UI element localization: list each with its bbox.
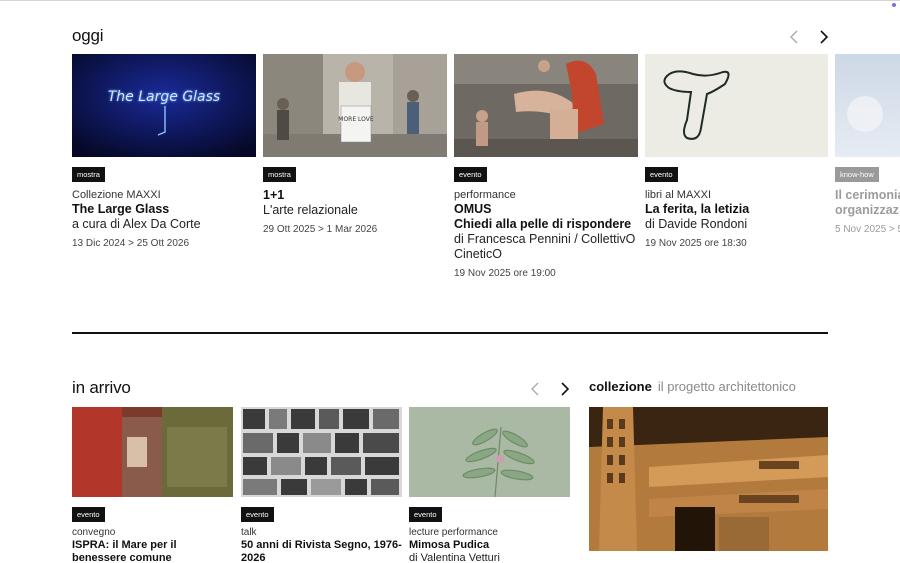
card-image[interactable] bbox=[454, 54, 638, 157]
oggi-card-4[interactable]: evento libri al MAXXI La ferita, la leti… bbox=[645, 54, 828, 250]
oggi-card-5[interactable]: know-how Il cerimonia organizzaz 5 Nov 2… bbox=[835, 54, 900, 236]
in-arrivo-card-2[interactable]: evento talk 50 anni di Rivista Segno, 19… bbox=[241, 407, 402, 563]
category-tag: mostra bbox=[72, 167, 105, 182]
section-title-in-arrivo: in arrivo bbox=[72, 378, 131, 397]
category-tag: evento bbox=[645, 167, 678, 182]
card-subtitle: a cura di Alex Da Corte bbox=[72, 217, 201, 231]
oggi-card-2[interactable]: MORE LOVE mostra 1+1 L'arte relazionale … bbox=[263, 54, 447, 236]
card-title-line2[interactable]: organizzaz bbox=[835, 203, 900, 218]
oggi-card-3[interactable]: evento performance OMUS Chiedi alla pell… bbox=[454, 54, 638, 280]
collezione-header: collezione il progetto architettonico bbox=[589, 379, 796, 394]
card-title[interactable]: La ferita, la letizia bbox=[645, 202, 828, 217]
card-date: 29 Ott 2025 > 1 Mar 2026 bbox=[263, 224, 378, 235]
collezione-image-card[interactable] bbox=[589, 407, 828, 551]
in-arrivo-prev-button[interactable] bbox=[527, 380, 545, 398]
card-kicker: lecture performance bbox=[409, 527, 498, 538]
card-kicker: performance bbox=[454, 189, 516, 201]
in-arrivo-card-3[interactable]: evento lecture performance Mimosa Pudica… bbox=[409, 407, 570, 563]
category-tag: evento bbox=[454, 167, 487, 182]
collezione-image[interactable] bbox=[589, 407, 828, 551]
card-title[interactable]: 1+1 bbox=[263, 188, 447, 203]
category-tag: mostra bbox=[263, 167, 296, 182]
card-title[interactable]: The Large Glass bbox=[72, 202, 256, 217]
chevron-right-icon bbox=[561, 382, 570, 396]
status-dot bbox=[892, 3, 896, 7]
card-image[interactable]: The Large Glass The Large Glass bbox=[72, 54, 256, 157]
card-image[interactable] bbox=[241, 407, 402, 497]
chevron-right-icon bbox=[820, 30, 829, 44]
oggi-prev-button[interactable] bbox=[786, 28, 804, 46]
category-tag: evento bbox=[409, 507, 442, 522]
category-tag: evento bbox=[241, 507, 274, 522]
card-date: 19 Nov 2025 ore 19:00 bbox=[454, 268, 556, 279]
card-date: 19 Nov 2025 ore 18:30 bbox=[645, 238, 747, 249]
card-image[interactable] bbox=[835, 54, 900, 157]
card-title-line2[interactable]: Chiedi alla pelle di rispondere bbox=[454, 217, 638, 232]
card-title[interactable]: 50 anni di Rivista Segno, 1976-2026 bbox=[241, 539, 402, 563]
card-subtitle: di Valentina Vetturi bbox=[409, 552, 500, 563]
card-image[interactable] bbox=[72, 407, 233, 497]
card-kicker: Collezione MAXXI bbox=[72, 189, 161, 201]
oggi-next-button[interactable] bbox=[815, 28, 833, 46]
category-tag: evento bbox=[72, 507, 105, 522]
in-arrivo-next-button[interactable] bbox=[556, 380, 574, 398]
svg-text:The Large Glass: The Large Glass bbox=[108, 89, 220, 105]
card-image[interactable]: MORE LOVE bbox=[263, 54, 447, 157]
card-image[interactable] bbox=[645, 54, 828, 157]
card-kicker: convegno bbox=[72, 527, 116, 538]
chevron-left-icon bbox=[790, 30, 798, 44]
section-title-oggi: oggi bbox=[72, 26, 104, 45]
oggi-card-1[interactable]: The Large Glass The Large Glass mostra C… bbox=[72, 54, 256, 250]
card-title[interactable]: Il cerimonia bbox=[835, 188, 900, 203]
card-title[interactable]: ISPRA: il Mare per il benessere comune bbox=[72, 539, 233, 563]
card-title[interactable]: OMUS bbox=[454, 202, 638, 217]
chevron-left-icon bbox=[531, 382, 539, 396]
collezione-label[interactable]: collezione bbox=[589, 379, 652, 394]
section-divider bbox=[72, 332, 828, 334]
card-date: 5 Nov 2025 > 5 bbox=[835, 224, 900, 235]
architettura-link[interactable]: il progetto architettonico bbox=[658, 379, 796, 394]
card-subtitle: di Davide Rondoni bbox=[645, 217, 748, 231]
top-border bbox=[0, 0, 900, 1]
card-kicker: talk bbox=[241, 527, 257, 538]
card-date: 13 Dic 2024 > 25 Ott 2026 bbox=[72, 238, 190, 249]
category-tag: know-how bbox=[835, 167, 879, 182]
card-kicker: libri al MAXXI bbox=[645, 189, 712, 201]
card-title[interactable]: Mimosa Pudica bbox=[409, 539, 570, 552]
in-arrivo-card-1[interactable]: evento convegno ISPRA: il Mare per il be… bbox=[72, 407, 233, 563]
svg-text:MORE LOVE: MORE LOVE bbox=[338, 116, 374, 123]
card-subtitle: di Francesca Pennini / CollettivO Cineti… bbox=[454, 232, 636, 261]
card-subtitle: L'arte relazionale bbox=[263, 203, 358, 217]
card-image[interactable] bbox=[409, 407, 570, 497]
